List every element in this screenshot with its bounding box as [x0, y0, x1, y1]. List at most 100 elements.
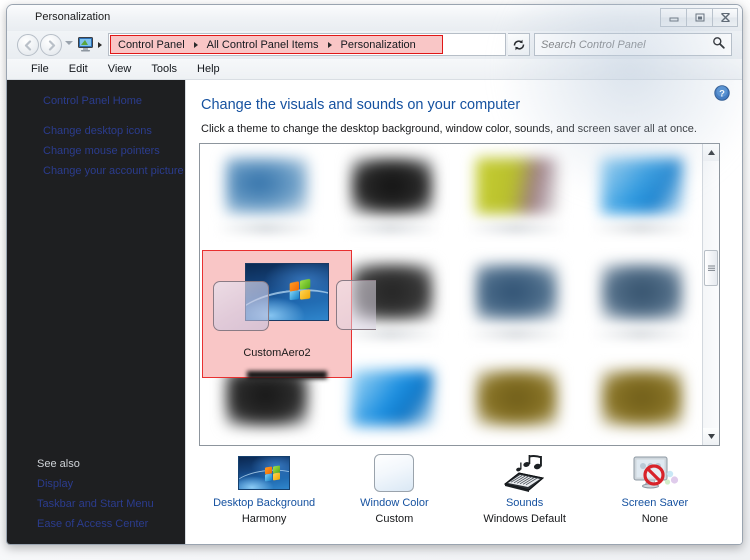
screen-saver-value: None: [641, 513, 669, 525]
setting-sounds[interactable]: Sounds Windows Default: [460, 451, 590, 535]
theme-thumbnail: [476, 370, 558, 426]
menu-item-file[interactable]: File: [21, 61, 59, 77]
theme-list[interactable]: CustomAero2: [199, 143, 720, 446]
scroll-up-arrow-icon[interactable]: [703, 144, 719, 161]
refresh-button[interactable]: [508, 33, 530, 56]
setting-screen-saver[interactable]: Screen Saver None: [590, 451, 720, 535]
theme-item[interactable]: [452, 356, 580, 445]
sidebar-item-display[interactable]: Display: [37, 478, 73, 490]
sidebar-item-control-panel-home[interactable]: Control Panel Home: [43, 95, 142, 107]
theme-thumbnail: [601, 158, 683, 214]
window-color-icon: [329, 451, 459, 495]
svg-text:?: ?: [719, 88, 725, 99]
sidebar-item-change-mouse-pointers[interactable]: Change mouse pointers: [43, 145, 160, 157]
address-icon-chevron-icon[interactable]: [98, 42, 102, 48]
setting-window-color[interactable]: Window Color Custom: [329, 451, 459, 535]
window-body: Control Panel Home Change desktop icons …: [7, 80, 742, 544]
breadcrumb-item-0[interactable]: Control Panel: [118, 39, 185, 51]
address-dropdown-chevron-down-icon[interactable]: [708, 40, 716, 45]
sounds-icon: [460, 451, 590, 495]
sidebar-item-change-account-picture[interactable]: Change your account picture: [43, 165, 184, 177]
theme-glass-window-preview: [213, 281, 269, 331]
theme-item[interactable]: [202, 144, 330, 259]
control-panel-icon: [78, 37, 95, 52]
menu-item-help[interactable]: Help: [187, 61, 230, 77]
theme-grid: CustomAero2: [200, 144, 703, 445]
screen-saver-icon: [590, 451, 720, 495]
window-color-value: Custom: [375, 513, 414, 525]
theme-caption: [466, 224, 566, 233]
menu-bar: File Edit View Tools Help: [7, 59, 742, 80]
back-button[interactable]: [17, 34, 39, 56]
scroll-down-arrow-icon[interactable]: [703, 428, 719, 445]
setting-desktop-background[interactable]: Desktop Background Harmony: [199, 451, 329, 535]
theme-thumbnail: [226, 158, 308, 214]
window-controls: [660, 8, 738, 27]
recent-pages-icon[interactable]: [65, 41, 73, 45]
maximize-button[interactable]: [686, 8, 712, 27]
scrollbar-thumb[interactable]: [704, 250, 718, 286]
breadcrumb-separator-icon[interactable]: [193, 41, 198, 48]
search-icon: [712, 36, 725, 54]
navigation-bar: Control Panel All Control Panel Items Pe…: [7, 31, 742, 59]
sidebar-item-change-desktop-icons[interactable]: Change desktop icons: [43, 125, 152, 137]
sidebar: Control Panel Home Change desktop icons …: [7, 80, 186, 544]
theme-item[interactable]: [327, 144, 455, 259]
breadcrumb-separator-icon[interactable]: [327, 41, 332, 48]
page-subtitle: Click a theme to change the desktop back…: [201, 123, 697, 135]
breadcrumb-item-1[interactable]: All Control Panel Items: [207, 39, 319, 51]
minimize-button[interactable]: [660, 8, 686, 27]
theme-item[interactable]: [452, 144, 580, 259]
desktop-background-value: Harmony: [241, 513, 287, 525]
theme-row-below-blur: [247, 371, 327, 379]
theme-caption: [341, 330, 441, 339]
selected-theme-customaero2[interactable]: CustomAero2: [202, 250, 352, 379]
theme-thumbnail: [351, 158, 433, 214]
theme-thumbnail: [476, 158, 558, 214]
sidebar-item-ease-of-access-center[interactable]: Ease of Access Center: [37, 518, 148, 530]
adjacent-theme-glass-preview: [336, 280, 376, 330]
theme-caption: [466, 330, 566, 339]
see-also-heading: See also: [37, 458, 80, 470]
theme-caption: [216, 224, 316, 233]
theme-caption: [341, 224, 441, 233]
desktop-backdrop: Personalization Control Panel All Contro…: [0, 0, 750, 560]
window-color-link[interactable]: Window Color: [329, 497, 459, 509]
help-icon[interactable]: ?: [714, 85, 730, 101]
theme-caption: [591, 330, 691, 339]
forward-button[interactable]: [40, 34, 62, 56]
menu-item-view[interactable]: View: [98, 61, 142, 77]
desktop-background-link[interactable]: Desktop Background: [199, 497, 329, 509]
theme-thumbnail: [601, 264, 683, 320]
sidebar-item-taskbar-and-start-menu[interactable]: Taskbar and Start Menu: [37, 498, 154, 510]
theme-caption: [591, 224, 691, 233]
sounds-value: Windows Default: [483, 513, 566, 525]
main-content: ? Change the visuals and sounds on your …: [186, 80, 742, 544]
menu-item-tools[interactable]: Tools: [141, 61, 187, 77]
title-bar: Personalization: [7, 5, 742, 31]
theme-thumbnail: [476, 264, 558, 320]
selected-theme-label: CustomAero2: [243, 347, 311, 359]
theme-item[interactable]: [577, 356, 705, 445]
close-button[interactable]: [712, 8, 738, 27]
page-title: Change the visuals and sounds on your co…: [201, 97, 521, 113]
theme-item[interactable]: [452, 250, 580, 365]
theme-thumbnail: [601, 370, 683, 426]
screen-saver-link[interactable]: Screen Saver: [590, 497, 720, 509]
theme-thumbnail: [351, 370, 433, 426]
windows-logo-icon: [289, 278, 312, 300]
window-title: Personalization: [35, 11, 111, 23]
theme-list-scrollbar[interactable]: [702, 144, 719, 445]
theme-settings-row: Desktop Background Harmony Window Color …: [199, 451, 720, 535]
sounds-link[interactable]: Sounds: [460, 497, 590, 509]
breadcrumb-item-2[interactable]: Personalization: [341, 39, 416, 51]
breadcrumb[interactable]: Control Panel All Control Panel Items Pe…: [110, 35, 443, 54]
theme-item[interactable]: [577, 250, 705, 365]
search-box[interactable]: [534, 33, 732, 56]
theme-row: [200, 144, 703, 259]
personalization-window: Personalization Control Panel All Contro…: [6, 4, 743, 545]
menu-item-edit[interactable]: Edit: [59, 61, 98, 77]
search-input[interactable]: [541, 38, 712, 51]
theme-item[interactable]: [577, 144, 705, 259]
desktop-background-icon: [199, 451, 329, 495]
